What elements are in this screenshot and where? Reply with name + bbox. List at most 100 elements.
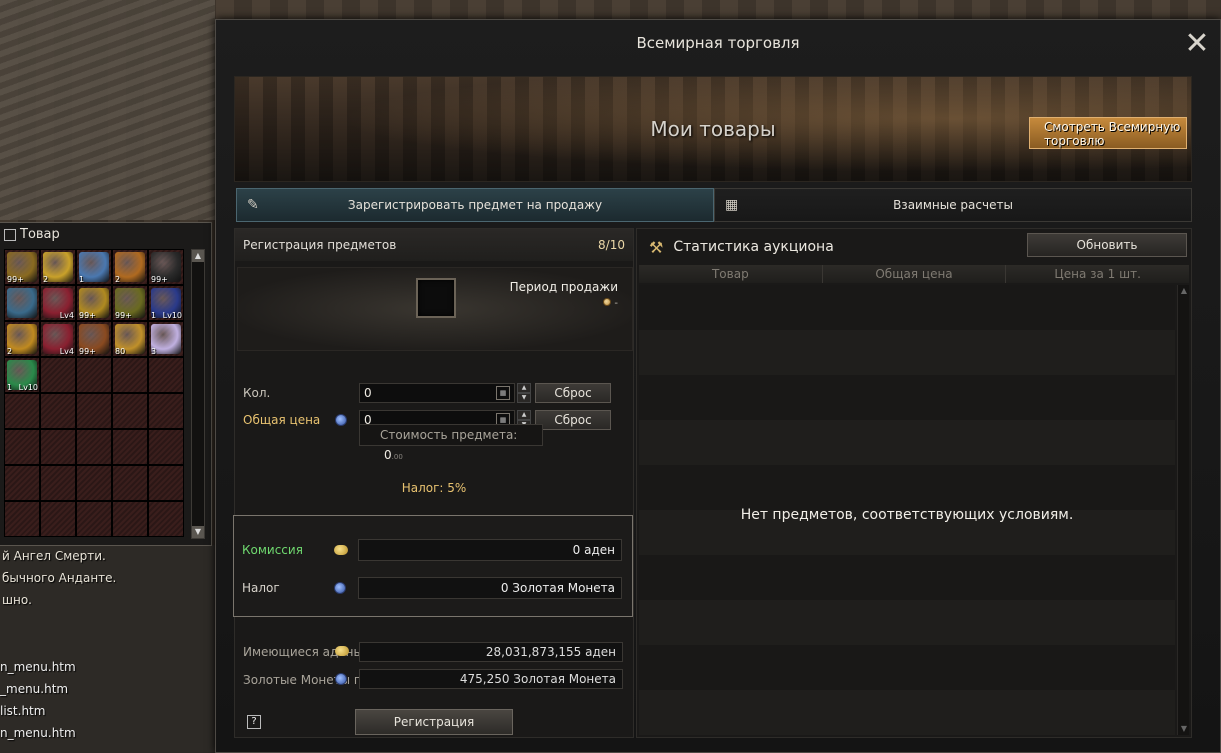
file-line[interactable]: n_menu.htm — [0, 722, 215, 744]
item-quantity: 2 — [43, 275, 49, 284]
tax-note: Налог: 5% — [401, 481, 467, 495]
quantity-input[interactable]: 0 ▦ — [359, 383, 515, 403]
refresh-button[interactable]: Обновить — [1027, 233, 1187, 257]
inventory-slot[interactable]: 1 Lv10 — [148, 285, 184, 321]
tab-register-item[interactable]: ✎ Зарегистрировать предмет на продажу — [236, 188, 714, 222]
empty-row — [639, 420, 1175, 465]
registration-title: Регистрация предметов — [243, 238, 397, 252]
inventory-slot[interactable] — [148, 465, 184, 501]
inventory-slot[interactable]: 3 — [148, 321, 184, 357]
decrement-icon[interactable]: ▼ — [517, 393, 531, 403]
reset-quantity-button[interactable]: Сброс — [535, 383, 611, 403]
tab-settlements[interactable]: ▦ Взаимные расчеты — [714, 188, 1192, 222]
inventory-slot[interactable] — [4, 393, 40, 429]
inventory-slot[interactable] — [112, 429, 148, 465]
inventory-slot[interactable]: 1 — [76, 249, 112, 285]
close-icon[interactable]: ✕ — [1182, 29, 1212, 60]
register-button[interactable]: Регистрация — [355, 709, 513, 735]
inventory-slot[interactable]: Lv4 — [40, 321, 76, 357]
scroll-up-icon[interactable]: ▲ — [1178, 285, 1190, 297]
inventory-slot[interactable]: 2 — [4, 321, 40, 357]
inventory-slot[interactable]: 99+ — [4, 249, 40, 285]
column-unit-price[interactable]: Цена за 1 шт. — [1006, 265, 1189, 283]
background-roof — [0, 0, 215, 220]
inventory-slot[interactable] — [40, 429, 76, 465]
inventory-slot[interactable]: 1 Lv10 — [4, 357, 40, 393]
item-quantity: 99+ — [115, 311, 132, 320]
tax-value: 0 Золотая Монета — [358, 577, 622, 599]
view-world-trade-button[interactable]: Смотреть Всемирную торговлю — [1029, 117, 1187, 149]
adena-icon — [335, 646, 349, 656]
inventory-slot[interactable] — [148, 357, 184, 393]
column-total-price[interactable]: Общая цена — [823, 265, 1007, 283]
inventory-slot[interactable] — [148, 393, 184, 429]
inventory-slot[interactable] — [76, 429, 112, 465]
item-quantity: 1 — [79, 275, 85, 284]
inventory-slot[interactable]: 99+ — [76, 285, 112, 321]
inventory-slot[interactable] — [112, 393, 148, 429]
inventory-slot[interactable] — [112, 465, 148, 501]
commission-label: Комиссия — [242, 543, 303, 557]
help-icon[interactable]: ? — [247, 715, 261, 729]
inventory-slot[interactable] — [148, 501, 184, 537]
increment-icon[interactable]: ▲ — [517, 383, 531, 393]
item-quantity: 99+ — [79, 311, 96, 320]
inventory-slot[interactable] — [76, 465, 112, 501]
inventory-slot[interactable]: 2 — [112, 249, 148, 285]
world-trade-window: Всемирная торговля ✕ Мои товары Смотреть… — [215, 19, 1221, 753]
item-quantity: 80 — [115, 347, 126, 356]
inventory-slot[interactable]: 99+ — [112, 285, 148, 321]
file-line[interactable]: _menu.htm — [0, 678, 215, 700]
inventory-slot[interactable] — [76, 393, 112, 429]
tab-bar: ✎ Зарегистрировать предмет на продажу ▦ … — [236, 188, 1192, 222]
empty-row — [639, 555, 1175, 600]
commission-value: 0 аден — [358, 539, 622, 561]
calculator-icon[interactable]: ▦ — [496, 386, 510, 400]
inventory-scrollbar[interactable]: ▲ ▼ — [191, 249, 205, 539]
adena-icon — [334, 545, 348, 555]
scroll-down-icon[interactable]: ▼ — [1178, 723, 1190, 735]
inventory-slot[interactable] — [112, 357, 148, 393]
item-cost-value: 0 — [384, 448, 392, 462]
column-item[interactable]: Товар — [639, 265, 823, 283]
chat-line: бычного Анданте. — [2, 571, 117, 585]
inventory-slot[interactable] — [40, 393, 76, 429]
inventory-icon — [4, 229, 16, 241]
tax-label: Налог — [242, 581, 280, 595]
inventory-slot[interactable] — [40, 465, 76, 501]
inventory-slot[interactable] — [4, 285, 40, 321]
quantity-stepper[interactable]: ▲ ▼ — [517, 383, 531, 403]
inventory-slot[interactable] — [40, 501, 76, 537]
inventory-slot[interactable]: 2 — [40, 249, 76, 285]
results-scrollbar[interactable]: ▲ ▼ — [1177, 285, 1189, 735]
inventory-slot[interactable] — [112, 501, 148, 537]
empty-row — [639, 690, 1175, 735]
inventory-slot[interactable] — [4, 465, 40, 501]
item-quantity: 2 — [7, 347, 13, 356]
inventory-slot[interactable] — [148, 429, 184, 465]
sale-period-label: Период продажи — [509, 280, 618, 294]
inventory-slot[interactable] — [76, 501, 112, 537]
commission-row: Комиссия — [242, 539, 348, 561]
inventory-slot[interactable]: 80 — [112, 321, 148, 357]
inventory-slot[interactable] — [4, 501, 40, 537]
scroll-down-icon[interactable]: ▼ — [192, 526, 204, 538]
item-cost-box: Стоимость предмета: 0.00 — [359, 424, 543, 462]
inventory-slot[interactable] — [4, 429, 40, 465]
reset-price-button[interactable]: Сброс — [535, 410, 611, 430]
scroll-up-icon[interactable]: ▲ — [192, 250, 204, 262]
inventory-slot[interactable]: 99+ — [76, 321, 112, 357]
inventory-slot[interactable]: 99+ — [148, 249, 184, 285]
inventory-title-label: Товар — [20, 227, 60, 242]
item-cost-decimals: .00 — [391, 453, 403, 461]
increment-icon[interactable]: ▲ — [517, 410, 531, 420]
inventory-slot[interactable] — [40, 357, 76, 393]
file-line[interactable]: n_menu.htm — [0, 656, 215, 678]
inventory-title: Товар — [0, 223, 211, 247]
item-slot[interactable] — [416, 278, 456, 318]
file-line[interactable]: list.htm — [0, 700, 215, 722]
empty-row — [639, 330, 1175, 375]
gold-coin-icon — [335, 414, 347, 426]
inventory-slot[interactable]: Lv4 — [40, 285, 76, 321]
inventory-slot[interactable] — [76, 357, 112, 393]
